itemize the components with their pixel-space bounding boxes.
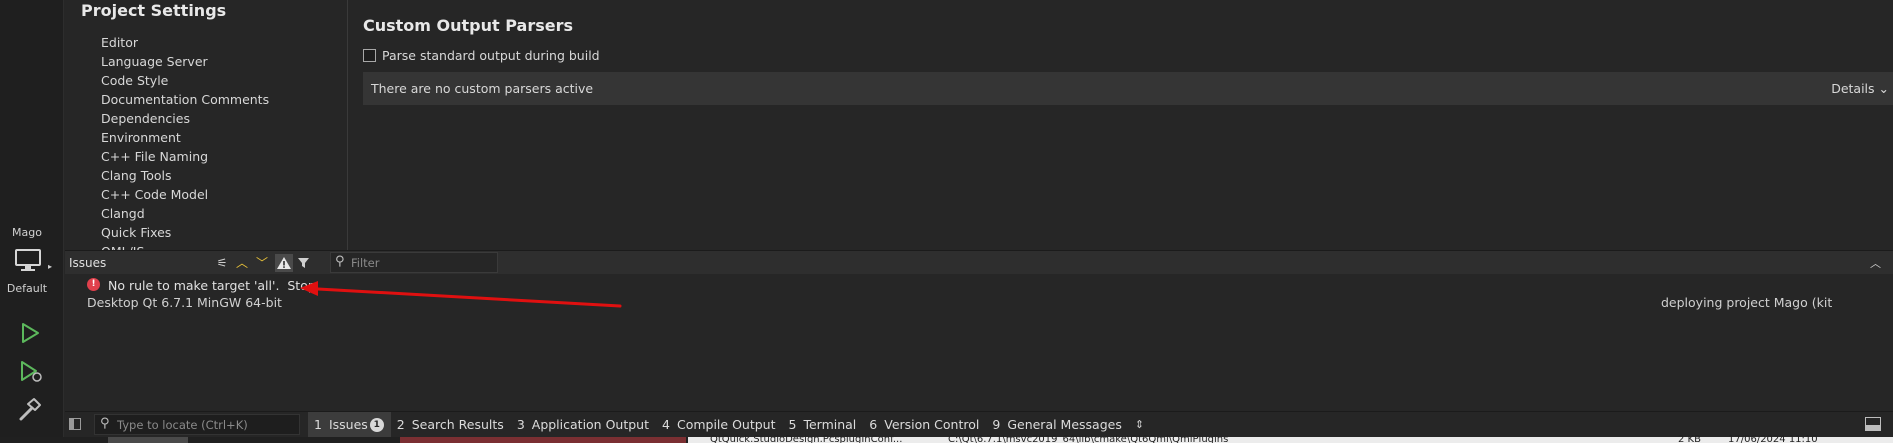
issues-list: ! No rule to make target 'all'. Stop. De…: [65, 274, 1893, 411]
tab-label: Application Output: [531, 417, 650, 432]
tab-label: Search Results: [411, 417, 504, 432]
project-settings-list: Editor Language Server Code Style Docume…: [101, 33, 269, 250]
monitor-icon[interactable]: [13, 247, 43, 275]
settings-item-documentation-comments[interactable]: Documentation Comments: [101, 90, 269, 109]
details-label: Details: [1831, 81, 1875, 96]
background-segment: [108, 437, 188, 443]
parse-standard-output-label: Parse standard output during build: [382, 48, 600, 63]
issue-message: No rule to make target 'all'. Stop.: [108, 278, 320, 293]
settings-item-environment[interactable]: Environment: [101, 128, 269, 147]
custom-output-parsers-pane: Custom Output Parsers Parse standard out…: [349, 0, 1893, 250]
chevron-up-icon[interactable]: ︿: [1870, 255, 1881, 271]
clean-issues-icon[interactable]: ⚟: [213, 254, 231, 272]
kit-name-label: Default: [6, 282, 48, 295]
settings-item-dependencies[interactable]: Dependencies: [101, 109, 269, 128]
next-item-icon[interactable]: ﹀: [253, 254, 271, 272]
tab-number: 4: [662, 417, 670, 432]
tab-number: 2: [396, 417, 405, 432]
issue-row[interactable]: ! No rule to make target 'all'. Stop. De…: [87, 276, 1887, 310]
kit-project-label: Mago: [12, 226, 42, 239]
settings-item-cpp-file-naming[interactable]: C++ File Naming: [101, 147, 269, 166]
kit-selector-arrow-icon[interactable]: ▸: [48, 262, 52, 271]
issues-toolbar: Issues ⚟ ︿ ﹀ ⚲ ︿: [65, 250, 1893, 274]
error-icon: !: [87, 278, 100, 291]
issue-count-badge: 1: [369, 418, 384, 432]
settings-item-clang-tools[interactable]: Clang Tools: [101, 166, 269, 185]
toggle-output-pane-icon[interactable]: [1865, 417, 1881, 431]
tab-label: Issues: [328, 417, 368, 432]
settings-item-qml-js[interactable]: QML/JS: [101, 242, 269, 250]
settings-item-code-style[interactable]: Code Style: [101, 71, 269, 90]
settings-item-language-server[interactable]: Language Server: [101, 52, 269, 71]
background-file-name: QtQuick.StudioDesign.PcsplugInConf...: [710, 434, 903, 443]
no-custom-parsers-message: There are no custom parsers active: [371, 81, 594, 96]
settings-item-clangd[interactable]: Clangd: [101, 204, 269, 223]
toggle-sidebar-icon[interactable]: [69, 418, 81, 430]
parse-standard-output-option[interactable]: Parse standard output during build: [363, 48, 600, 63]
background-window-strip: QtQuick.StudioDesign.PcsplugInConf... C:…: [0, 434, 1893, 443]
tab-issues[interactable]: 1 Issues 1: [308, 412, 391, 438]
chevron-down-icon: ⌄: [1878, 81, 1889, 96]
issues-pane-title: Issues: [69, 256, 107, 270]
filter-by-categories-icon[interactable]: [295, 254, 313, 272]
tab-number: 1: [314, 417, 322, 432]
settings-item-editor[interactable]: Editor: [101, 33, 269, 52]
show-warnings-icon[interactable]: [275, 254, 293, 272]
background-file-date: 17/06/2024 11:10: [1728, 434, 1818, 443]
debug-run-icon[interactable]: [14, 356, 44, 386]
settings-item-cpp-code-model[interactable]: C++ Code Model: [101, 185, 269, 204]
build-hammer-icon[interactable]: [14, 395, 44, 425]
background-segment: [400, 437, 686, 443]
tab-number: 3: [516, 417, 525, 432]
issues-filter-field[interactable]: ⚲: [330, 252, 498, 273]
tab-search-results[interactable]: 2 Search Results: [391, 412, 511, 438]
custom-output-parsers-title: Custom Output Parsers: [363, 16, 574, 35]
mode-bar: Mago ▸ Default: [0, 0, 64, 443]
issue-kit: Desktop Qt 6.7.1 MinGW 64-bit: [87, 295, 282, 310]
search-icon: ⚲: [335, 254, 345, 269]
locator-input[interactable]: [117, 417, 297, 433]
background-file-path: C:\Qt\6.7.1\msvc2019_64\lib\cmake\Qt6Qml…: [948, 434, 1229, 443]
custom-parsers-summary: There are no custom parsers active Detai…: [363, 72, 1893, 105]
search-icon: ⚲: [100, 416, 110, 431]
project-settings-panel: Project Settings Editor Language Server …: [65, 0, 348, 250]
project-settings-title: Project Settings: [81, 1, 227, 20]
issue-description: deploying project Mago (kit: [1661, 295, 1833, 310]
tab-application-output[interactable]: 3 Application Output: [511, 412, 656, 438]
background-file-size: 2 KB: [1678, 434, 1701, 443]
settings-item-quick-fixes[interactable]: Quick Fixes: [101, 223, 269, 242]
locator-field[interactable]: ⚲: [94, 414, 300, 435]
issues-filter-input[interactable]: [351, 255, 491, 271]
run-icon[interactable]: [14, 318, 44, 348]
details-button[interactable]: Details ⌄: [1831, 81, 1889, 96]
previous-item-icon[interactable]: ︿: [233, 254, 251, 272]
parse-standard-output-checkbox[interactable]: [363, 49, 376, 62]
background-file-row: QtQuick.StudioDesign.PcsplugInConf... C:…: [688, 434, 1893, 443]
